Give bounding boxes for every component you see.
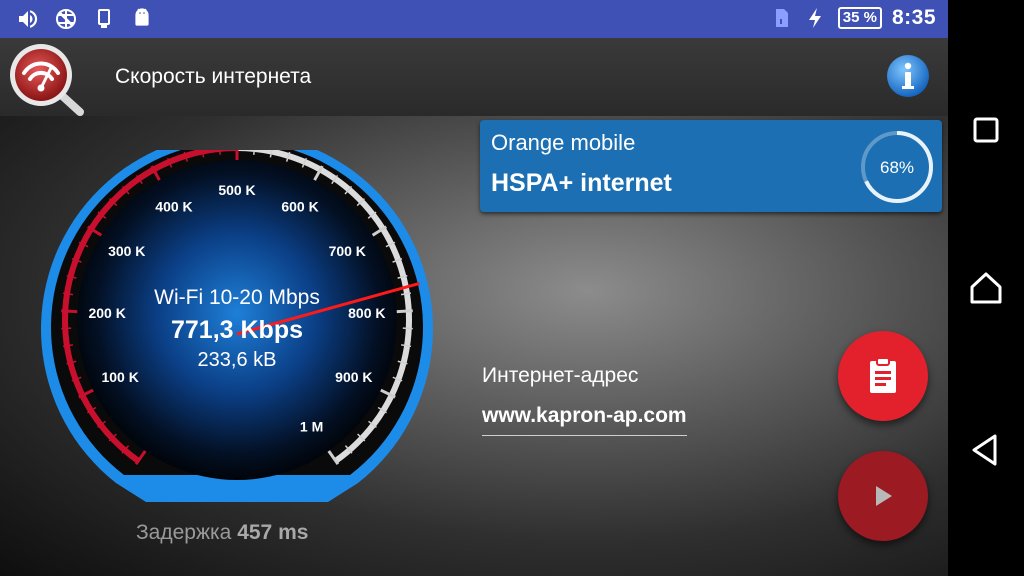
wifi-speedometer-magnifier-icon[interactable] [6, 40, 86, 116]
vpn-icon [56, 9, 76, 29]
android-icon [135, 8, 149, 26]
connection-technology: HSPA+ internet [491, 169, 672, 197]
gauge-readout: Wi-Fi 10-20 Mbps 771,3 Kbps 233,6 kB [118, 286, 356, 372]
latency: Задержка 457 ms [136, 521, 308, 545]
gauge-tick-label: 300 K [108, 243, 145, 259]
current-speed: 771,3 Kbps [170, 316, 303, 344]
battery-level: 35 % [837, 7, 882, 29]
start-test-button[interactable] [838, 451, 928, 541]
clock: 8:35 [891, 6, 936, 29]
gauge-tick-label: 1 M [300, 418, 323, 434]
connection-type: Wi-Fi 10-20 Mbps [154, 286, 320, 309]
sim-icon [775, 9, 788, 27]
volume-icon [19, 10, 38, 28]
gauge-tick-label: 700 K [329, 243, 366, 259]
provider-name: Orange mobile [491, 130, 636, 155]
provider-card[interactable]: Orange mobile HSPA+ internet 68% [480, 120, 942, 212]
back-icon[interactable] [968, 432, 1004, 468]
phone-icon [98, 9, 110, 28]
copy-button[interactable] [838, 331, 928, 421]
charging-icon [808, 8, 821, 28]
ip-address[interactable]: www.kapron-ap.com [482, 404, 687, 436]
latency-label: Задержка [136, 521, 232, 544]
downloaded-size: 233,6 kB [197, 349, 277, 371]
latency-value: 457 ms [237, 521, 309, 544]
navigation-bar [948, 0, 1024, 576]
home-icon[interactable] [968, 270, 1004, 306]
gauge-tick-label: 400 K [155, 198, 192, 214]
gauge-tick-label: 600 K [281, 198, 318, 214]
app-bar: Скорость интернета [0, 38, 948, 116]
signal-percent: 68% [880, 158, 914, 177]
signal-strength-ring: 68% [861, 131, 933, 203]
ip-label: Интернет-адрес [482, 364, 639, 387]
recents-icon[interactable] [968, 112, 1004, 148]
play-icon [876, 486, 892, 506]
clipboard-icon [870, 357, 896, 393]
gauge-tick-label: 500 K [218, 182, 255, 198]
status-bar: 35 % 8:35 [0, 0, 948, 38]
app-title: Скорость интернета [115, 65, 312, 88]
info-icon[interactable] [885, 53, 931, 99]
